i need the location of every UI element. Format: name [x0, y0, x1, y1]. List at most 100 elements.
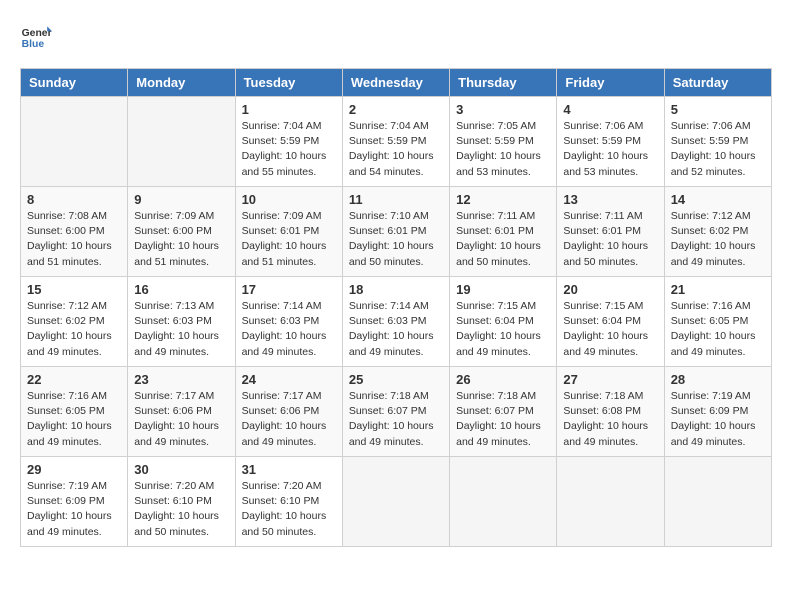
calendar-day-cell: 22 Sunrise: 7:16 AM Sunset: 6:05 PM Dayl…: [21, 367, 128, 457]
page-header: General Blue: [20, 20, 772, 52]
day-info: Sunrise: 7:04 AM Sunset: 5:59 PM Dayligh…: [349, 119, 443, 180]
day-info: Sunrise: 7:15 AM Sunset: 6:04 PM Dayligh…: [456, 299, 550, 360]
day-number: 23: [134, 372, 228, 387]
calendar-day-cell: 16 Sunrise: 7:13 AM Sunset: 6:03 PM Dayl…: [128, 277, 235, 367]
day-number: 14: [671, 192, 765, 207]
day-number: 5: [671, 102, 765, 117]
calendar-day-cell: 19 Sunrise: 7:15 AM Sunset: 6:04 PM Dayl…: [450, 277, 557, 367]
day-number: 10: [242, 192, 336, 207]
calendar-day-cell: 2 Sunrise: 7:04 AM Sunset: 5:59 PM Dayli…: [342, 97, 449, 187]
day-number: 24: [242, 372, 336, 387]
weekday-header: Sunday: [21, 69, 128, 97]
day-info: Sunrise: 7:14 AM Sunset: 6:03 PM Dayligh…: [242, 299, 336, 360]
day-number: 2: [349, 102, 443, 117]
calendar-day-cell: 29 Sunrise: 7:19 AM Sunset: 6:09 PM Dayl…: [21, 457, 128, 547]
logo: General Blue: [20, 20, 52, 52]
calendar-empty-cell: [450, 457, 557, 547]
calendar-day-cell: 5 Sunrise: 7:06 AM Sunset: 5:59 PM Dayli…: [664, 97, 771, 187]
day-info: Sunrise: 7:17 AM Sunset: 6:06 PM Dayligh…: [134, 389, 228, 450]
calendar-day-cell: 28 Sunrise: 7:19 AM Sunset: 6:09 PM Dayl…: [664, 367, 771, 457]
day-number: 9: [134, 192, 228, 207]
calendar-day-cell: 13 Sunrise: 7:11 AM Sunset: 6:01 PM Dayl…: [557, 187, 664, 277]
day-number: 22: [27, 372, 121, 387]
day-info: Sunrise: 7:11 AM Sunset: 6:01 PM Dayligh…: [456, 209, 550, 270]
calendar-week-row: 15 Sunrise: 7:12 AM Sunset: 6:02 PM Dayl…: [21, 277, 772, 367]
day-info: Sunrise: 7:12 AM Sunset: 6:02 PM Dayligh…: [671, 209, 765, 270]
day-info: Sunrise: 7:19 AM Sunset: 6:09 PM Dayligh…: [27, 479, 121, 540]
weekday-header: Friday: [557, 69, 664, 97]
calendar-empty-cell: [21, 97, 128, 187]
calendar-day-cell: 17 Sunrise: 7:14 AM Sunset: 6:03 PM Dayl…: [235, 277, 342, 367]
day-info: Sunrise: 7:14 AM Sunset: 6:03 PM Dayligh…: [349, 299, 443, 360]
day-number: 19: [456, 282, 550, 297]
day-number: 27: [563, 372, 657, 387]
day-number: 15: [27, 282, 121, 297]
weekday-header: Tuesday: [235, 69, 342, 97]
day-number: 28: [671, 372, 765, 387]
calendar-day-cell: 24 Sunrise: 7:17 AM Sunset: 6:06 PM Dayl…: [235, 367, 342, 457]
day-info: Sunrise: 7:16 AM Sunset: 6:05 PM Dayligh…: [671, 299, 765, 360]
calendar-week-row: 22 Sunrise: 7:16 AM Sunset: 6:05 PM Dayl…: [21, 367, 772, 457]
calendar-day-cell: 15 Sunrise: 7:12 AM Sunset: 6:02 PM Dayl…: [21, 277, 128, 367]
day-number: 11: [349, 192, 443, 207]
calendar-day-cell: 3 Sunrise: 7:05 AM Sunset: 5:59 PM Dayli…: [450, 97, 557, 187]
day-number: 3: [456, 102, 550, 117]
day-info: Sunrise: 7:06 AM Sunset: 5:59 PM Dayligh…: [563, 119, 657, 180]
weekday-header: Saturday: [664, 69, 771, 97]
day-info: Sunrise: 7:04 AM Sunset: 5:59 PM Dayligh…: [242, 119, 336, 180]
calendar-week-row: 29 Sunrise: 7:19 AM Sunset: 6:09 PM Dayl…: [21, 457, 772, 547]
day-info: Sunrise: 7:18 AM Sunset: 6:07 PM Dayligh…: [349, 389, 443, 450]
day-number: 4: [563, 102, 657, 117]
day-number: 8: [27, 192, 121, 207]
day-info: Sunrise: 7:17 AM Sunset: 6:06 PM Dayligh…: [242, 389, 336, 450]
calendar-day-cell: 26 Sunrise: 7:18 AM Sunset: 6:07 PM Dayl…: [450, 367, 557, 457]
calendar-empty-cell: [342, 457, 449, 547]
day-number: 12: [456, 192, 550, 207]
weekday-header: Monday: [128, 69, 235, 97]
calendar-day-cell: 11 Sunrise: 7:10 AM Sunset: 6:01 PM Dayl…: [342, 187, 449, 277]
day-info: Sunrise: 7:09 AM Sunset: 6:00 PM Dayligh…: [134, 209, 228, 270]
day-info: Sunrise: 7:13 AM Sunset: 6:03 PM Dayligh…: [134, 299, 228, 360]
calendar-day-cell: 25 Sunrise: 7:18 AM Sunset: 6:07 PM Dayl…: [342, 367, 449, 457]
logo-icon: General Blue: [20, 20, 52, 52]
calendar-day-cell: 20 Sunrise: 7:15 AM Sunset: 6:04 PM Dayl…: [557, 277, 664, 367]
weekday-header: Thursday: [450, 69, 557, 97]
day-info: Sunrise: 7:15 AM Sunset: 6:04 PM Dayligh…: [563, 299, 657, 360]
day-info: Sunrise: 7:19 AM Sunset: 6:09 PM Dayligh…: [671, 389, 765, 450]
calendar-empty-cell: [128, 97, 235, 187]
day-info: Sunrise: 7:05 AM Sunset: 5:59 PM Dayligh…: [456, 119, 550, 180]
calendar-day-cell: 27 Sunrise: 7:18 AM Sunset: 6:08 PM Dayl…: [557, 367, 664, 457]
day-info: Sunrise: 7:09 AM Sunset: 6:01 PM Dayligh…: [242, 209, 336, 270]
calendar-week-row: 8 Sunrise: 7:08 AM Sunset: 6:00 PM Dayli…: [21, 187, 772, 277]
day-info: Sunrise: 7:12 AM Sunset: 6:02 PM Dayligh…: [27, 299, 121, 360]
calendar-day-cell: 31 Sunrise: 7:20 AM Sunset: 6:10 PM Dayl…: [235, 457, 342, 547]
day-info: Sunrise: 7:10 AM Sunset: 6:01 PM Dayligh…: [349, 209, 443, 270]
day-number: 30: [134, 462, 228, 477]
day-number: 25: [349, 372, 443, 387]
day-info: Sunrise: 7:11 AM Sunset: 6:01 PM Dayligh…: [563, 209, 657, 270]
calendar-day-cell: 10 Sunrise: 7:09 AM Sunset: 6:01 PM Dayl…: [235, 187, 342, 277]
day-number: 16: [134, 282, 228, 297]
day-number: 31: [242, 462, 336, 477]
calendar-day-cell: 21 Sunrise: 7:16 AM Sunset: 6:05 PM Dayl…: [664, 277, 771, 367]
calendar-empty-cell: [664, 457, 771, 547]
day-number: 21: [671, 282, 765, 297]
day-number: 26: [456, 372, 550, 387]
day-number: 17: [242, 282, 336, 297]
calendar-day-cell: 8 Sunrise: 7:08 AM Sunset: 6:00 PM Dayli…: [21, 187, 128, 277]
calendar-week-row: 1 Sunrise: 7:04 AM Sunset: 5:59 PM Dayli…: [21, 97, 772, 187]
day-info: Sunrise: 7:06 AM Sunset: 5:59 PM Dayligh…: [671, 119, 765, 180]
day-info: Sunrise: 7:08 AM Sunset: 6:00 PM Dayligh…: [27, 209, 121, 270]
calendar-day-cell: 18 Sunrise: 7:14 AM Sunset: 6:03 PM Dayl…: [342, 277, 449, 367]
svg-text:Blue: Blue: [22, 39, 45, 50]
day-info: Sunrise: 7:18 AM Sunset: 6:08 PM Dayligh…: [563, 389, 657, 450]
calendar-day-cell: 9 Sunrise: 7:09 AM Sunset: 6:00 PM Dayli…: [128, 187, 235, 277]
calendar-table: SundayMondayTuesdayWednesdayThursdayFrid…: [20, 68, 772, 547]
calendar-day-cell: 30 Sunrise: 7:20 AM Sunset: 6:10 PM Dayl…: [128, 457, 235, 547]
calendar-empty-cell: [557, 457, 664, 547]
weekday-header: Wednesday: [342, 69, 449, 97]
day-info: Sunrise: 7:16 AM Sunset: 6:05 PM Dayligh…: [27, 389, 121, 450]
day-number: 18: [349, 282, 443, 297]
calendar-day-cell: 12 Sunrise: 7:11 AM Sunset: 6:01 PM Dayl…: [450, 187, 557, 277]
day-info: Sunrise: 7:18 AM Sunset: 6:07 PM Dayligh…: [456, 389, 550, 450]
